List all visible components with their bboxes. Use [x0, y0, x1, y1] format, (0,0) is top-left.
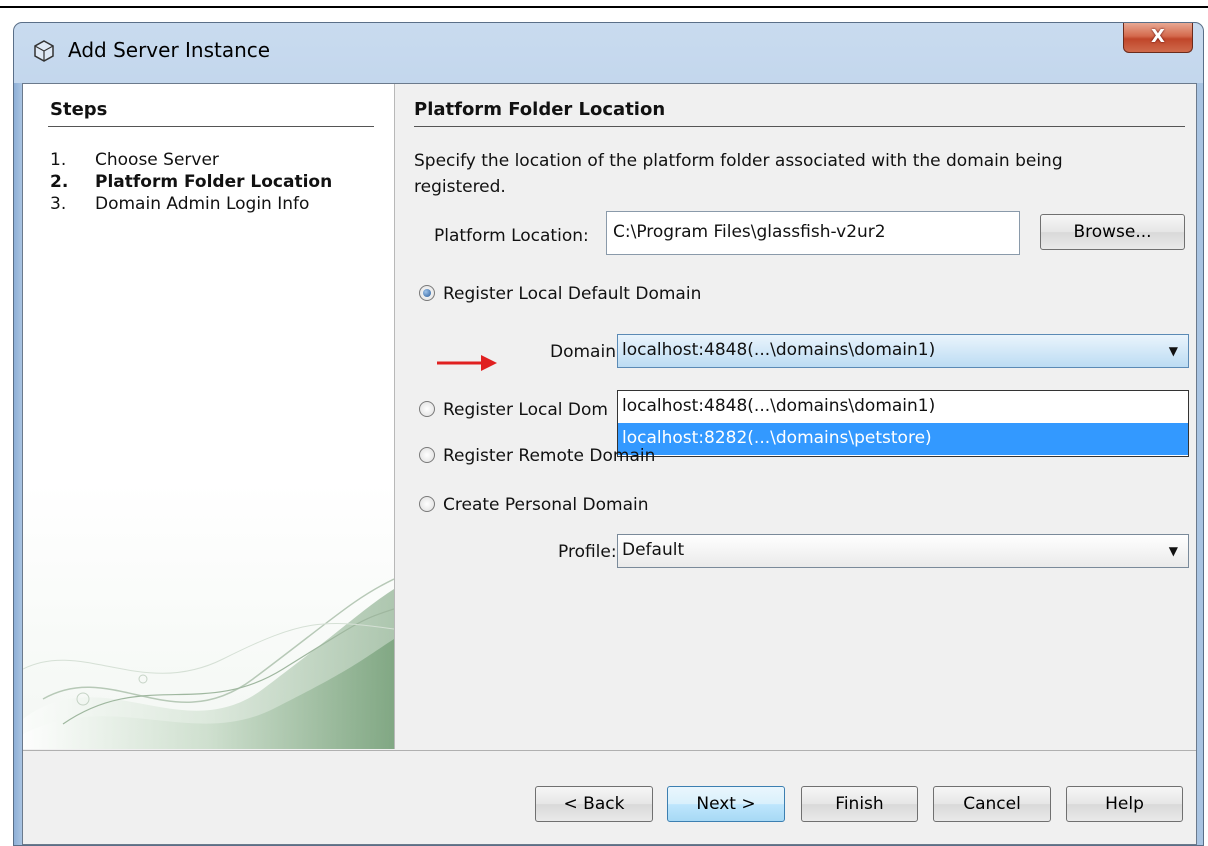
annotation-arrow-icon	[437, 355, 497, 371]
section-title: Platform Folder Location	[414, 99, 666, 120]
profile-selected-value: Default	[622, 540, 685, 560]
domain-select[interactable]: localhost:4848(...\domains\domain1) ▼	[617, 334, 1189, 368]
radio-button[interactable]	[419, 401, 435, 417]
main-panel: Platform Folder Location Specify the loc…	[395, 84, 1196, 749]
window-frame-left	[14, 83, 22, 845]
domain-option-domain1[interactable]: localhost:4848(...\domains\domain1)	[618, 391, 1188, 423]
window-frame-right	[1197, 83, 1203, 845]
browse-button[interactable]: Browse...	[1040, 214, 1185, 250]
button-bar: < Back Next > Finish Cancel Help	[23, 750, 1196, 844]
domain-label: Domain:	[550, 342, 622, 362]
register-local-default-domain-option[interactable]: Register Local Default Domain	[419, 284, 701, 304]
window-title: Add Server Instance	[68, 38, 271, 62]
register-remote-domain-option[interactable]: Register Remote Domain	[419, 446, 655, 466]
platform-location-label: Platform Location:	[434, 226, 589, 246]
radio-button[interactable]	[419, 285, 435, 301]
chevron-down-icon[interactable]: ▼	[1169, 544, 1178, 558]
step-number: 1.	[50, 150, 67, 170]
steps-divider	[48, 126, 374, 127]
domain-dropdown-list: localhost:4848(...\domains\domain1) loca…	[617, 390, 1189, 457]
create-personal-domain-option[interactable]: Create Personal Domain	[419, 495, 649, 515]
section-divider	[414, 126, 1185, 127]
step-choose-server: 1. Choose Server	[50, 150, 219, 170]
step-platform-folder-location: 2. Platform Folder Location	[50, 172, 332, 192]
option-label: Register Remote Domain	[443, 446, 656, 466]
step-number: 2.	[50, 172, 69, 192]
domain-selected-value: localhost:4848(...\domains\domain1)	[622, 340, 936, 360]
profile-label: Profile:	[558, 542, 617, 562]
dialog-content: Steps 1. Choose Server 2. Platform Folder …	[22, 83, 1197, 845]
back-button[interactable]: < Back	[535, 786, 653, 822]
top-border-line	[0, 6, 1208, 8]
steps-header: Steps	[50, 99, 108, 120]
close-button[interactable]: X	[1123, 23, 1193, 53]
radio-button[interactable]	[419, 496, 435, 512]
radio-button[interactable]	[419, 447, 435, 463]
cancel-button[interactable]: Cancel	[933, 786, 1051, 822]
domain-option-petstore[interactable]: localhost:8282(...\domains\petstore)	[618, 423, 1188, 455]
platform-location-input[interactable]: C:\Program Files\glassfish-v2ur2	[606, 211, 1020, 255]
server-instance-icon	[34, 40, 54, 62]
register-local-domain-option[interactable]: Register Local Dom	[419, 400, 608, 420]
section-description: Specify the location of the platform fol…	[414, 151, 1063, 197]
finish-button[interactable]: Finish	[801, 786, 918, 822]
steps-panel: Steps 1. Choose Server 2. Platform Folder …	[23, 84, 395, 749]
help-button[interactable]: Help	[1066, 786, 1183, 822]
step-label: Domain Admin Login Info	[95, 194, 310, 214]
step-label: Choose Server	[95, 150, 219, 170]
step-domain-admin-login: 3. Domain Admin Login Info	[50, 194, 309, 214]
option-label: Register Local Default Domain	[443, 284, 702, 304]
profile-select[interactable]: Default ▼	[617, 534, 1189, 568]
chevron-down-icon[interactable]: ▼	[1169, 344, 1178, 358]
decorative-swirl-graphic	[23, 578, 394, 749]
step-label: Platform Folder Location	[95, 172, 333, 192]
next-button[interactable]: Next >	[667, 786, 785, 822]
step-number: 3.	[50, 194, 67, 214]
add-server-dialog: Add Server Instance X Steps 1. Choose Ser…	[13, 22, 1204, 846]
option-label: Create Personal Domain	[443, 495, 649, 515]
title-bar[interactable]: Add Server Instance X	[14, 23, 1203, 83]
option-label: Register Local Dom	[443, 400, 608, 420]
